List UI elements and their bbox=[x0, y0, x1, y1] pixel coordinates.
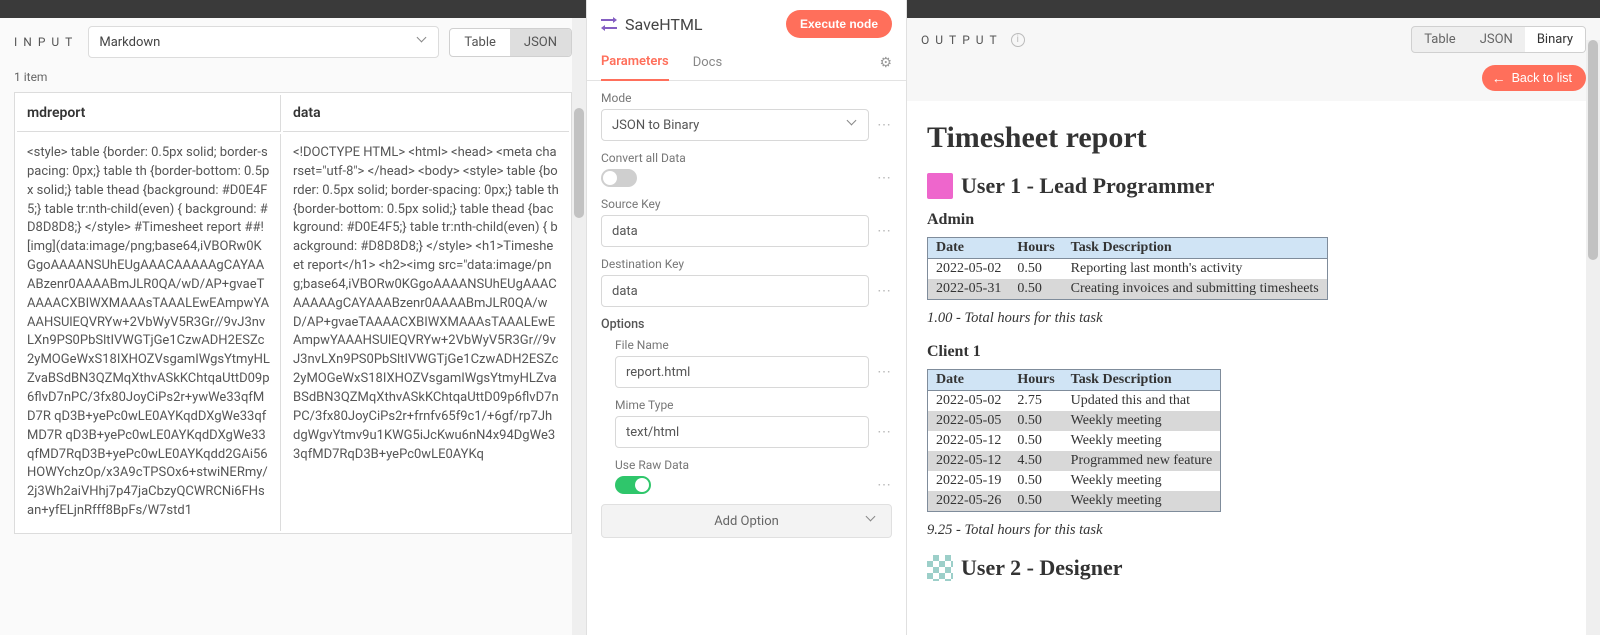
gear-icon[interactable]: ⚙ bbox=[879, 55, 892, 71]
filename-label: File Name bbox=[615, 338, 892, 352]
tab-docs[interactable]: Docs bbox=[693, 47, 722, 80]
chevron-down-icon bbox=[418, 37, 428, 47]
input-pane: INPUT Markdown Table JSON 1 item mdrepor… bbox=[0, 0, 587, 635]
client1-total: 9.25 - Total hours for this task bbox=[927, 522, 1580, 539]
user2-heading: User 2 - Designer bbox=[927, 555, 1580, 581]
add-option-button[interactable]: Add Option bbox=[601, 504, 892, 538]
table-row: 2022-05-120.50Weekly meeting bbox=[928, 431, 1221, 451]
input-view-json[interactable]: JSON bbox=[510, 29, 571, 56]
field-menu-icon[interactable]: ⋯ bbox=[877, 364, 892, 380]
table-row: 2022-05-260.50Weekly meeting bbox=[928, 491, 1221, 512]
field-menu-icon[interactable]: ⋯ bbox=[877, 424, 892, 440]
admin-total: 1.00 - Total hours for this task bbox=[927, 310, 1580, 327]
output-view-toggle: Table JSON Binary bbox=[1411, 26, 1586, 53]
mimetype-input[interactable]: text/html bbox=[615, 416, 869, 448]
cell-mdreport[interactable]: <style> table {border: 0.5px solid; bord… bbox=[17, 134, 281, 531]
scrollbar-thumb[interactable] bbox=[1588, 40, 1598, 260]
node-settings-pane: SaveHTML Execute node Parameters Docs ⚙ … bbox=[587, 0, 907, 635]
avatar-icon bbox=[927, 555, 953, 581]
input-view-table[interactable]: Table bbox=[450, 29, 509, 56]
convertall-label: Convert all Data bbox=[601, 151, 892, 165]
input-view-toggle: Table JSON bbox=[449, 28, 572, 57]
filename-input[interactable]: report.html bbox=[615, 356, 869, 388]
input-format-value: Markdown bbox=[99, 35, 160, 50]
input-data-table: mdreport data <style> table {border: 0.5… bbox=[14, 92, 572, 534]
output-view-binary[interactable]: Binary bbox=[1525, 27, 1585, 52]
field-menu-icon[interactable]: ⋯ bbox=[877, 477, 892, 493]
chevron-down-icon bbox=[867, 516, 877, 526]
client1-table: Date Hours Task Description 2022-05-022.… bbox=[927, 369, 1221, 512]
table-row: <style> table {border: 0.5px solid; bord… bbox=[17, 134, 569, 531]
table-row: 2022-05-31 0.50 Creating invoices and su… bbox=[928, 279, 1328, 300]
sourcekey-input[interactable]: data bbox=[601, 215, 869, 247]
tab-parameters[interactable]: Parameters bbox=[601, 46, 669, 81]
input-item-count: 1 item bbox=[0, 66, 586, 92]
mode-select[interactable]: JSON to Binary bbox=[601, 109, 869, 141]
cell-data[interactable]: <!DOCTYPE HTML> <html> <head> <meta char… bbox=[283, 134, 569, 531]
node-title: SaveHTML bbox=[625, 15, 703, 34]
report-title: Timesheet report bbox=[927, 121, 1580, 155]
table-row: 2022-05-124.50Programmed new feature bbox=[928, 451, 1221, 471]
field-menu-icon[interactable]: ⋯ bbox=[877, 117, 892, 133]
window-titlebar bbox=[0, 0, 586, 18]
options-section-label: Options bbox=[601, 317, 892, 332]
useraw-label: Use Raw Data bbox=[615, 458, 892, 472]
sourcekey-label: Source Key bbox=[601, 197, 892, 211]
section-admin: Admin bbox=[927, 211, 1580, 229]
col-data[interactable]: data bbox=[283, 95, 569, 132]
table-row: 2022-05-190.50Weekly meeting bbox=[928, 471, 1221, 491]
section-client1: Client 1 bbox=[927, 343, 1580, 361]
mode-value: JSON to Binary bbox=[612, 118, 699, 133]
convertall-toggle[interactable] bbox=[601, 169, 637, 187]
field-menu-icon[interactable]: ⋯ bbox=[877, 170, 892, 186]
binary-preview: Timesheet report User 1 - Lead Programme… bbox=[907, 101, 1600, 635]
input-format-dropdown[interactable]: Markdown bbox=[88, 26, 439, 58]
output-view-json[interactable]: JSON bbox=[1468, 27, 1525, 52]
table-row: 2022-05-022.75Updated this and that bbox=[928, 391, 1221, 412]
back-to-list-button[interactable]: Back to list bbox=[1482, 65, 1586, 91]
output-pane: OUTPUT i Table JSON Binary Back to list … bbox=[907, 0, 1600, 635]
output-label: OUTPUT bbox=[921, 33, 1003, 47]
field-menu-icon[interactable]: ⋯ bbox=[877, 223, 892, 239]
admin-table: Date Hours Task Description 2022-05-02 0… bbox=[927, 237, 1328, 300]
window-titlebar bbox=[907, 0, 1600, 18]
scrollbar-thumb[interactable] bbox=[574, 108, 584, 218]
input-scrollbar[interactable] bbox=[572, 18, 586, 635]
info-icon[interactable]: i bbox=[1011, 33, 1025, 47]
destkey-label: Destination Key bbox=[601, 257, 892, 271]
mode-label: Mode bbox=[601, 91, 892, 105]
useraw-toggle[interactable] bbox=[615, 476, 651, 494]
col-mdreport[interactable]: mdreport bbox=[17, 95, 281, 132]
execute-node-button[interactable]: Execute node bbox=[786, 10, 892, 38]
mimetype-label: Mime Type bbox=[615, 398, 892, 412]
field-menu-icon[interactable]: ⋯ bbox=[877, 283, 892, 299]
chevron-down-icon bbox=[848, 120, 858, 130]
output-scrollbar[interactable] bbox=[1586, 40, 1600, 635]
destkey-input[interactable]: data bbox=[601, 275, 869, 307]
output-view-table[interactable]: Table bbox=[1412, 27, 1467, 52]
user1-heading: User 1 - Lead Programmer bbox=[927, 173, 1580, 199]
input-label: INPUT bbox=[14, 35, 78, 49]
avatar-icon bbox=[927, 173, 953, 199]
table-row: 2022-05-050.50Weekly meeting bbox=[928, 411, 1221, 431]
table-row: 2022-05-02 0.50 Reporting last month's a… bbox=[928, 259, 1328, 280]
swap-icon bbox=[601, 17, 617, 31]
